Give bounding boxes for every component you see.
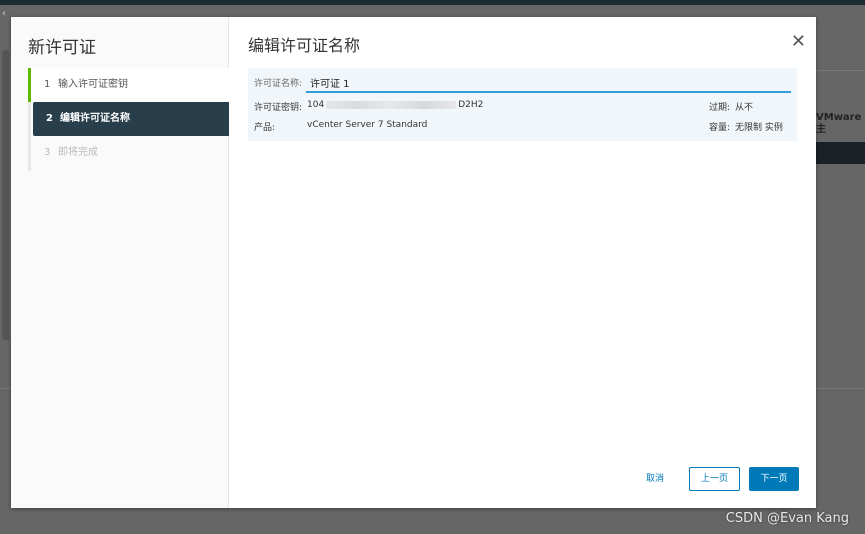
step-number: 2 xyxy=(46,113,53,124)
license-key-value: 104 D2H2 xyxy=(307,100,483,110)
background-text: VMware 主 xyxy=(816,112,861,136)
cancel-button[interactable]: 取消 xyxy=(630,467,680,491)
step-label: 即将完成 xyxy=(58,147,98,158)
bg-text: 主 xyxy=(816,124,826,135)
background-scrollbar xyxy=(2,50,9,340)
back-chevron-icon[interactable]: ‹ xyxy=(2,8,6,19)
wizard-content: 编辑许可证名称 ✕ 许可证名称: 许可证密钥: 104 D2H2 产品: vCen… xyxy=(229,17,816,508)
previous-button[interactable]: 上一页 xyxy=(689,467,740,491)
masked-blur xyxy=(326,100,457,109)
page-title: 编辑许可证名称 xyxy=(248,36,361,55)
wizard-footer: 取消 上一页 下一页 xyxy=(630,467,799,491)
license-name-input[interactable] xyxy=(306,74,791,93)
bg-vmware-text: VMware xyxy=(816,112,862,123)
top-bar xyxy=(0,0,865,5)
expires-label: 过期: xyxy=(709,103,731,113)
product-label: 产品: xyxy=(254,123,276,133)
step-edit-license-name[interactable]: 2 编辑许可证名称 xyxy=(33,102,229,136)
watermark: CSDN @Evan Kang xyxy=(725,511,849,526)
wizard-sidebar: 新许可证 1 输入许可证密钥 2 编辑许可证名称 3 即将完成 xyxy=(11,17,229,508)
step-label: 输入许可证密钥 xyxy=(58,79,128,90)
capacity-label: 容量: xyxy=(709,123,731,133)
close-icon[interactable]: ✕ xyxy=(791,33,806,51)
step-ready-to-complete: 3 即将完成 xyxy=(31,136,229,170)
license-key-end: D2H2 xyxy=(458,100,484,110)
capacity-value: 无限制 实例 xyxy=(735,123,783,133)
license-name-label: 许可证名称: xyxy=(254,79,303,89)
step-number: 1 xyxy=(44,79,51,90)
license-key-label: 许可证密钥: xyxy=(254,103,303,113)
bg-divider xyxy=(816,70,865,71)
expires-value: 从不 xyxy=(735,103,754,113)
background-selected-row xyxy=(816,142,865,164)
product-value: vCenter Server 7 Standard xyxy=(307,120,428,130)
step-number: 3 xyxy=(44,147,51,158)
next-button[interactable]: 下一页 xyxy=(749,467,799,491)
license-details-panel: 许可证名称: 许可证密钥: 104 D2H2 产品: vCenter Server… xyxy=(248,68,797,141)
license-key-start: 104 xyxy=(307,100,325,110)
step-label: 编辑许可证名称 xyxy=(60,113,130,124)
wizard-title: 新许可证 xyxy=(28,38,96,58)
step-enter-license-key[interactable]: 1 输入许可证密钥 xyxy=(28,68,229,102)
wizard-steps: 1 输入许可证密钥 2 编辑许可证名称 3 即将完成 xyxy=(28,68,229,171)
new-license-dialog: 新许可证 1 输入许可证密钥 2 编辑许可证名称 3 即将完成 编辑许可证名称 ✕ 许… xyxy=(11,17,816,508)
